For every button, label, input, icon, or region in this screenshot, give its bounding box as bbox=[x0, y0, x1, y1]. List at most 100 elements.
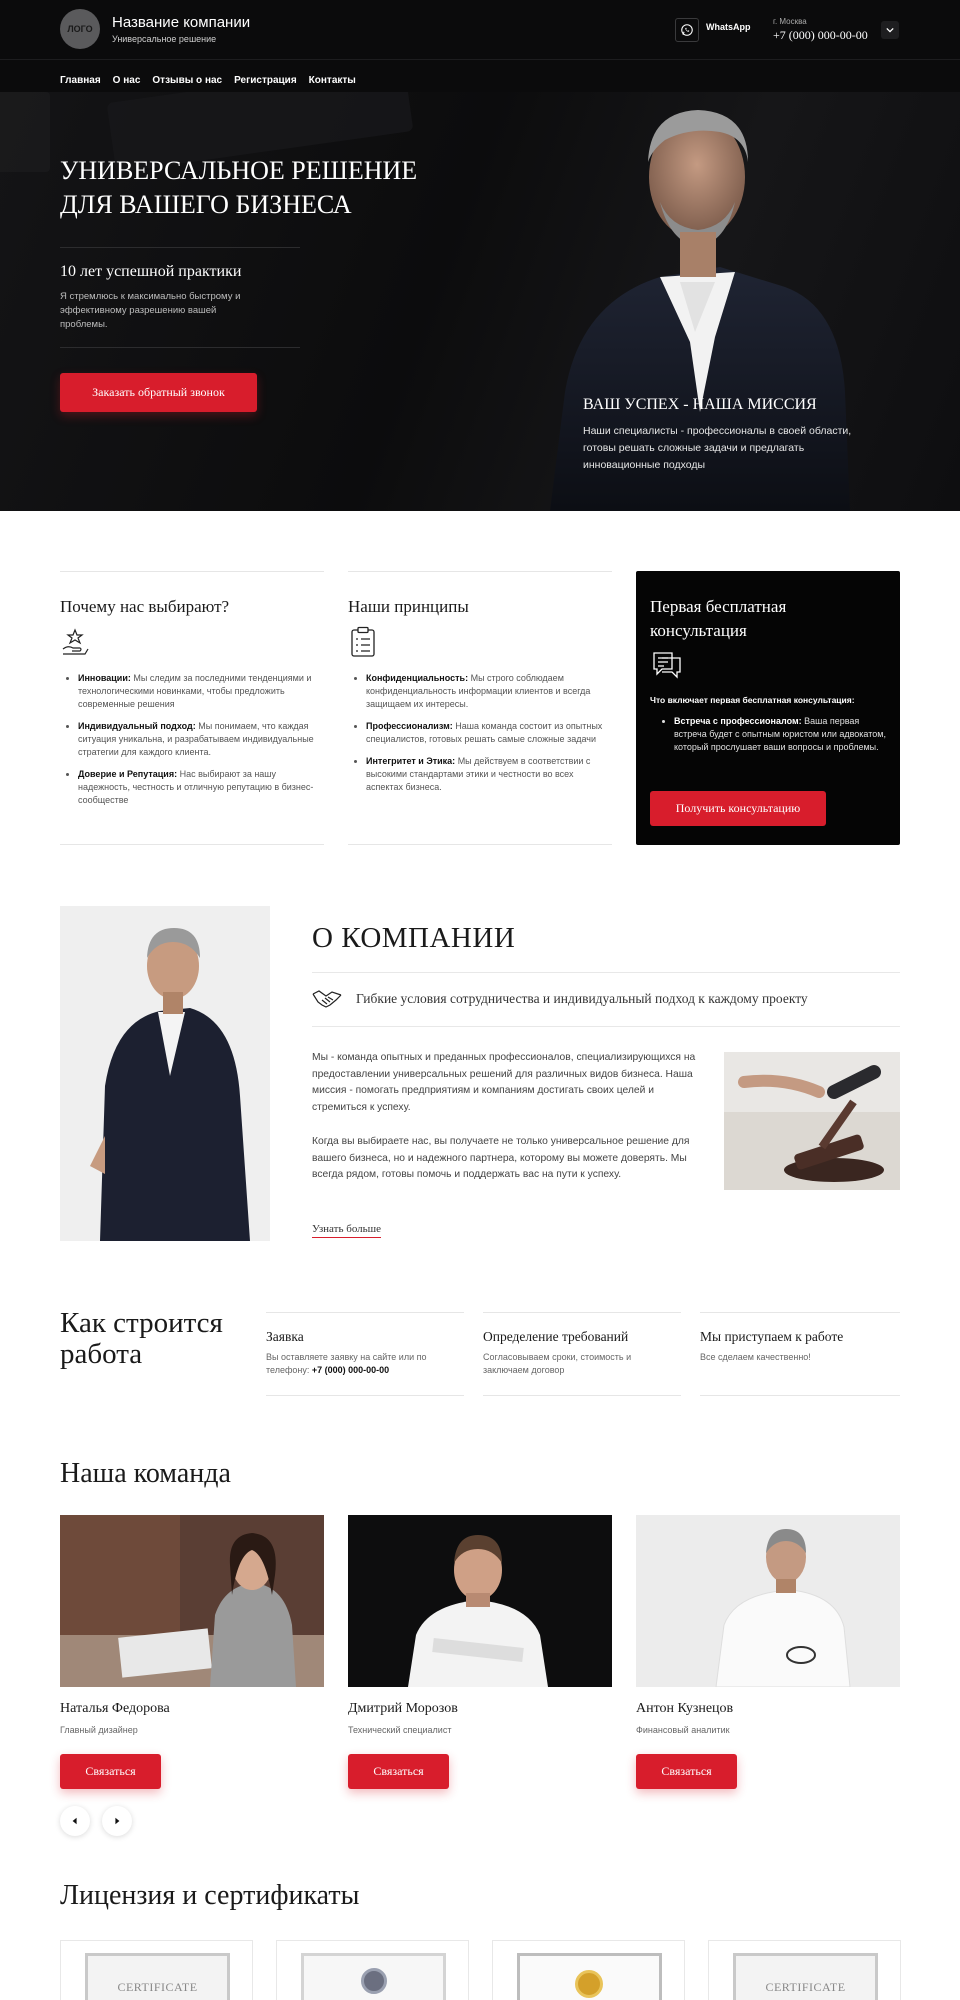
principles-card: Наши принципы Конфиденциальность: Мы стр… bbox=[348, 571, 612, 845]
header-phone[interactable]: +7 (000) 000-00-00 bbox=[773, 28, 868, 43]
list-item: Встреча с профессионалом: Ваша первая вс… bbox=[674, 715, 894, 754]
step-phone[interactable]: +7 (000) 000-00-00 bbox=[312, 1365, 389, 1375]
list-item: Доверие и Репутация: Нас выбирают за наш… bbox=[78, 768, 324, 807]
divider bbox=[60, 347, 300, 348]
member-name: Дмитрий Морозов bbox=[348, 1701, 458, 1716]
team-title: Наша команда bbox=[60, 1458, 231, 1489]
why-title: Почему нас выбирают? bbox=[60, 597, 230, 616]
whatsapp-link[interactable]: WhatsApp bbox=[706, 22, 751, 32]
logo[interactable]: ЛОГО bbox=[60, 9, 100, 49]
certificate-card[interactable]: CERTIFICATE bbox=[708, 1940, 901, 2000]
item-bold: Конфиденциальность: bbox=[366, 673, 469, 683]
hero-title-line1: УНИВЕРСАЛЬНОЕ РЕШЕНИЕ bbox=[60, 156, 418, 185]
item-bold: Профессионализм: bbox=[366, 721, 453, 731]
nav-item-home[interactable]: Главная bbox=[60, 75, 101, 86]
step-text: Согласовываем сроки, стоимость и заключа… bbox=[483, 1352, 632, 1375]
mission-text: Наши специалисты - профессионалы в своей… bbox=[583, 425, 852, 471]
list-item: Инновации: Мы следим за последними тенде… bbox=[78, 672, 324, 711]
team-card: Дмитрий Морозов Технический специалист С… bbox=[348, 1515, 612, 1815]
whatsapp-icon[interactable] bbox=[675, 18, 699, 42]
consult-includes: Что включает первая бесплатная консульта… bbox=[650, 695, 855, 705]
chevron-down-icon[interactable] bbox=[881, 21, 899, 39]
process-title: Как строится работа bbox=[60, 1308, 223, 1370]
step-title: Определение требований bbox=[483, 1329, 629, 1344]
nav-item-about[interactable]: О нас bbox=[113, 75, 141, 86]
desk-decor bbox=[0, 92, 50, 172]
divider bbox=[60, 247, 300, 248]
mission-title: ВАШ УСПЕХ - НАША МИССИЯ bbox=[583, 396, 817, 413]
site-header: ЛОГО Название компании Универсальное реш… bbox=[0, 0, 960, 60]
nav-item-contacts[interactable]: Контакты bbox=[309, 75, 356, 86]
team-photo-image bbox=[636, 1515, 900, 1688]
member-role: Главный дизайнер bbox=[60, 1725, 138, 1735]
hero-subtitle: 10 лет успешной практики bbox=[60, 263, 242, 280]
prev-arrow-icon[interactable] bbox=[60, 1806, 90, 1836]
handshake-icon bbox=[312, 990, 342, 1008]
consult-list: Встреча с профессионалом: Ваша первая вс… bbox=[674, 715, 894, 754]
step-text: Вы оставляете заявку на сайте или по тел… bbox=[266, 1351, 456, 1377]
list-item: Конфиденциальность: Мы строго соблюдаем … bbox=[366, 672, 612, 711]
process-title-line2: работа bbox=[60, 1338, 143, 1370]
callback-button[interactable]: Заказать обратный звонок bbox=[60, 373, 257, 412]
team-photo-image bbox=[60, 1515, 324, 1687]
hero-title: УНИВЕРСАЛЬНОЕ РЕШЕНИЕ ДЛЯ ВАШЕГО БИЗНЕСА bbox=[60, 154, 417, 222]
chat-document-icon bbox=[653, 652, 681, 679]
nav-item-reviews[interactable]: Отзывы о нас bbox=[152, 75, 222, 86]
member-name: Наталья Федорова bbox=[60, 1701, 170, 1716]
process-title-line1: Как строится bbox=[60, 1307, 223, 1339]
about-feature: Гибкие условия сотрудничества и индивиду… bbox=[356, 991, 808, 1006]
certificate-image bbox=[301, 1953, 446, 2000]
clipboard-icon bbox=[351, 626, 375, 657]
certificates-title: Лицензия и сертификаты bbox=[60, 1880, 360, 1911]
company-tagline: Универсальное решение bbox=[112, 34, 217, 44]
seal-icon bbox=[575, 1970, 603, 1998]
certificate-card[interactable] bbox=[492, 1940, 685, 2000]
principles-title: Наши принципы bbox=[348, 597, 469, 616]
consult-title: Первая бесплатная консультация bbox=[650, 597, 787, 640]
step-title: Заявка bbox=[266, 1329, 304, 1344]
process-step: Определение требований Согласовываем сро… bbox=[483, 1312, 681, 1396]
get-consultation-button[interactable]: Получить консультацию bbox=[650, 791, 826, 826]
item-bold: Инновации: bbox=[78, 673, 131, 683]
divider bbox=[312, 1026, 900, 1027]
member-role: Технический специалист bbox=[348, 1725, 452, 1735]
next-arrow-icon[interactable] bbox=[102, 1806, 132, 1836]
gavel-image bbox=[724, 1052, 900, 1190]
main-nav: Главная О нас Отзывы о нас Регистрация Конта… bbox=[0, 60, 960, 92]
certificate-card[interactable] bbox=[276, 1940, 469, 2000]
process-step: Заявка Вы оставляете заявку на сайте или… bbox=[266, 1312, 464, 1396]
contact-button[interactable]: Связаться bbox=[60, 1754, 161, 1789]
list-item: Интегритет и Этика: Мы действуем в соотв… bbox=[366, 755, 612, 794]
item-bold: Встреча с профессионалом: bbox=[674, 716, 802, 726]
item-bold: Доверие и Репутация: bbox=[78, 769, 178, 779]
team-card: Наталья Федорова Главный дизайнер Связат… bbox=[60, 1515, 324, 1815]
consult-card: Первая бесплатная консультация Что включ… bbox=[636, 571, 900, 845]
about-paragraph-2: Когда вы выбираете нас, вы получаете не … bbox=[312, 1136, 690, 1180]
item-bold: Индивидуальный подход: bbox=[78, 721, 196, 731]
contact-button[interactable]: Связаться bbox=[636, 1754, 737, 1789]
certificate-card[interactable]: CERTIFICATE bbox=[60, 1940, 253, 2000]
contact-button[interactable]: Связаться bbox=[348, 1754, 449, 1789]
hero-section: УНИВЕРСАЛЬНОЕ РЕШЕНИЕ ДЛЯ ВАШЕГО БИЗНЕСА… bbox=[0, 92, 960, 511]
member-role: Финансовый аналитик bbox=[636, 1725, 730, 1735]
hero-title-line2: ДЛЯ ВАШЕГО БИЗНЕСА bbox=[60, 190, 352, 219]
why-card: Почему нас выбирают? Инновации: Мы следи… bbox=[60, 571, 324, 845]
certificate-image bbox=[517, 1953, 662, 2000]
about-title: О КОМПАНИИ bbox=[312, 922, 516, 954]
hand-star-icon bbox=[62, 628, 89, 655]
principles-list: Конфиденциальность: Мы строго соблюдаем … bbox=[366, 672, 612, 803]
company-name: Название компании bbox=[112, 14, 251, 31]
item-bold: Интегритет и Этика: bbox=[366, 756, 456, 766]
seal-icon bbox=[361, 1968, 387, 1994]
process-step: Мы приступаем к работе Все сделаем качес… bbox=[700, 1312, 900, 1396]
team-photo-image bbox=[348, 1515, 612, 1687]
why-list: Инновации: Мы следим за последними тенде… bbox=[78, 672, 324, 816]
team-card: Антон Кузнецов Финансовый аналитик Связа… bbox=[636, 1515, 900, 1815]
about-paragraph-1: Мы - команда опытных и преданных професс… bbox=[312, 1052, 696, 1113]
learn-more-link[interactable]: Узнать больше bbox=[312, 1223, 382, 1238]
divider bbox=[312, 972, 900, 973]
nav-item-registration[interactable]: Регистрация bbox=[234, 75, 297, 86]
certificate-label: CERTIFICATE bbox=[117, 1980, 198, 1994]
city-label: г. Москва bbox=[773, 17, 807, 26]
certificate-image: CERTIFICATE bbox=[733, 1953, 878, 2000]
